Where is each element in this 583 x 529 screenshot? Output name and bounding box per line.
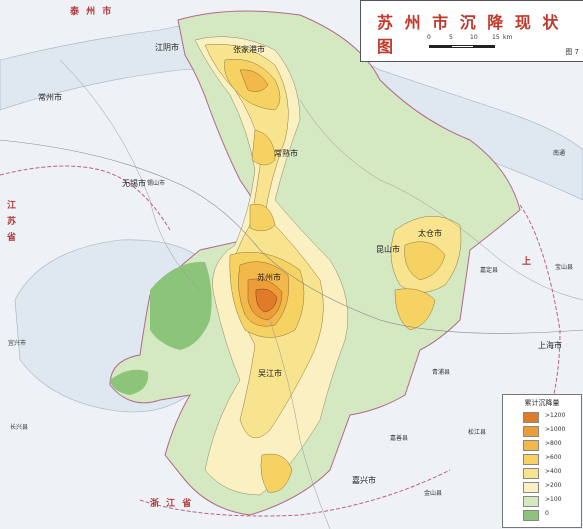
- legend-swatch: [523, 482, 539, 493]
- label-jiading: 嘉定县: [480, 267, 499, 274]
- legend-label: >800: [545, 440, 562, 447]
- label-taicang: 太仓市: [418, 229, 442, 238]
- label-taizhou: 泰 州 市: [70, 7, 114, 17]
- legend-label: >100: [545, 496, 562, 503]
- scale-unit: km: [503, 34, 513, 41]
- label-qingpu: 青浦县: [432, 369, 451, 376]
- label-zhejiang: 浙 江 省: [150, 499, 194, 509]
- legend-title: 累计沉降量: [524, 399, 560, 407]
- legend-swatch: [523, 510, 539, 521]
- label-xishan: 锡山市: [147, 180, 166, 187]
- scale-segment-1: [429, 45, 451, 48]
- legend-swatch: [523, 412, 539, 423]
- legend-label: 0: [545, 510, 549, 517]
- scale-segment-3: [473, 45, 495, 48]
- scale-bar: 0 5 10 15 km: [427, 34, 517, 48]
- legend-label: >600: [545, 454, 562, 461]
- label-nantong: 南通: [553, 150, 566, 157]
- label-shanghai: 上海市: [538, 341, 562, 350]
- label-changshu: 常熟市: [274, 149, 298, 158]
- label-jiaxing: 嘉兴市: [352, 476, 376, 485]
- label-changxing: 长兴县: [10, 424, 29, 431]
- legend-swatch: [523, 468, 539, 479]
- label-songjiang: 松江县: [468, 429, 487, 436]
- label-jiangyin: 江阴市: [155, 43, 179, 52]
- label-zhangjiagang: 张家港市: [233, 45, 265, 54]
- legend-label: >1200: [545, 412, 566, 419]
- label-wuxi: 无锡市: [122, 179, 146, 188]
- legend: 累计沉降量 >1200 >1000 >800 >600 >400 >200 >100 0: [502, 394, 582, 528]
- legend-label: >200: [545, 482, 562, 489]
- legend-label: >400: [545, 468, 562, 475]
- label-changzhou: 常州市: [38, 93, 62, 102]
- label-suzhou: 苏州市: [257, 273, 281, 282]
- legend-swatch: [523, 496, 539, 507]
- map-title: 苏 州 市 沉 降 现 状 图: [377, 13, 562, 56]
- scale-tick-10: 10: [470, 34, 478, 41]
- scale-segment-2: [451, 45, 475, 48]
- legend-swatch: [523, 440, 539, 451]
- label-kunshan: 昆山市: [376, 245, 400, 254]
- scale-tick-5: 5: [449, 34, 453, 41]
- title-box: 苏 州 市 沉 降 现 状 图 0 5 10 15 km 图 7: [360, 0, 583, 62]
- label-wujiang: 吴江市: [258, 369, 282, 378]
- label-shanghai-side: 上: [522, 257, 534, 267]
- scale-tick-0: 0: [427, 34, 431, 41]
- label-baoshan: 宝山县: [555, 264, 574, 271]
- label-jiangsu: 江 苏 省: [5, 200, 15, 244]
- legend-swatch: [523, 426, 539, 437]
- label-jinshan: 金山县: [424, 490, 443, 497]
- legend-label: >1000: [545, 426, 566, 433]
- label-jiashan: 嘉善县: [390, 435, 409, 442]
- figure-number: 图 7: [565, 48, 579, 56]
- label-yixing: 宜兴市: [8, 340, 27, 347]
- legend-swatch: [523, 454, 539, 465]
- map-canvas: 泰 州 市 江阴市 张家港市 常州市 无锡市 锡山市 常熟市 太仓市 昆山市 苏…: [0, 0, 583, 529]
- scale-tick-15: 15: [492, 34, 500, 41]
